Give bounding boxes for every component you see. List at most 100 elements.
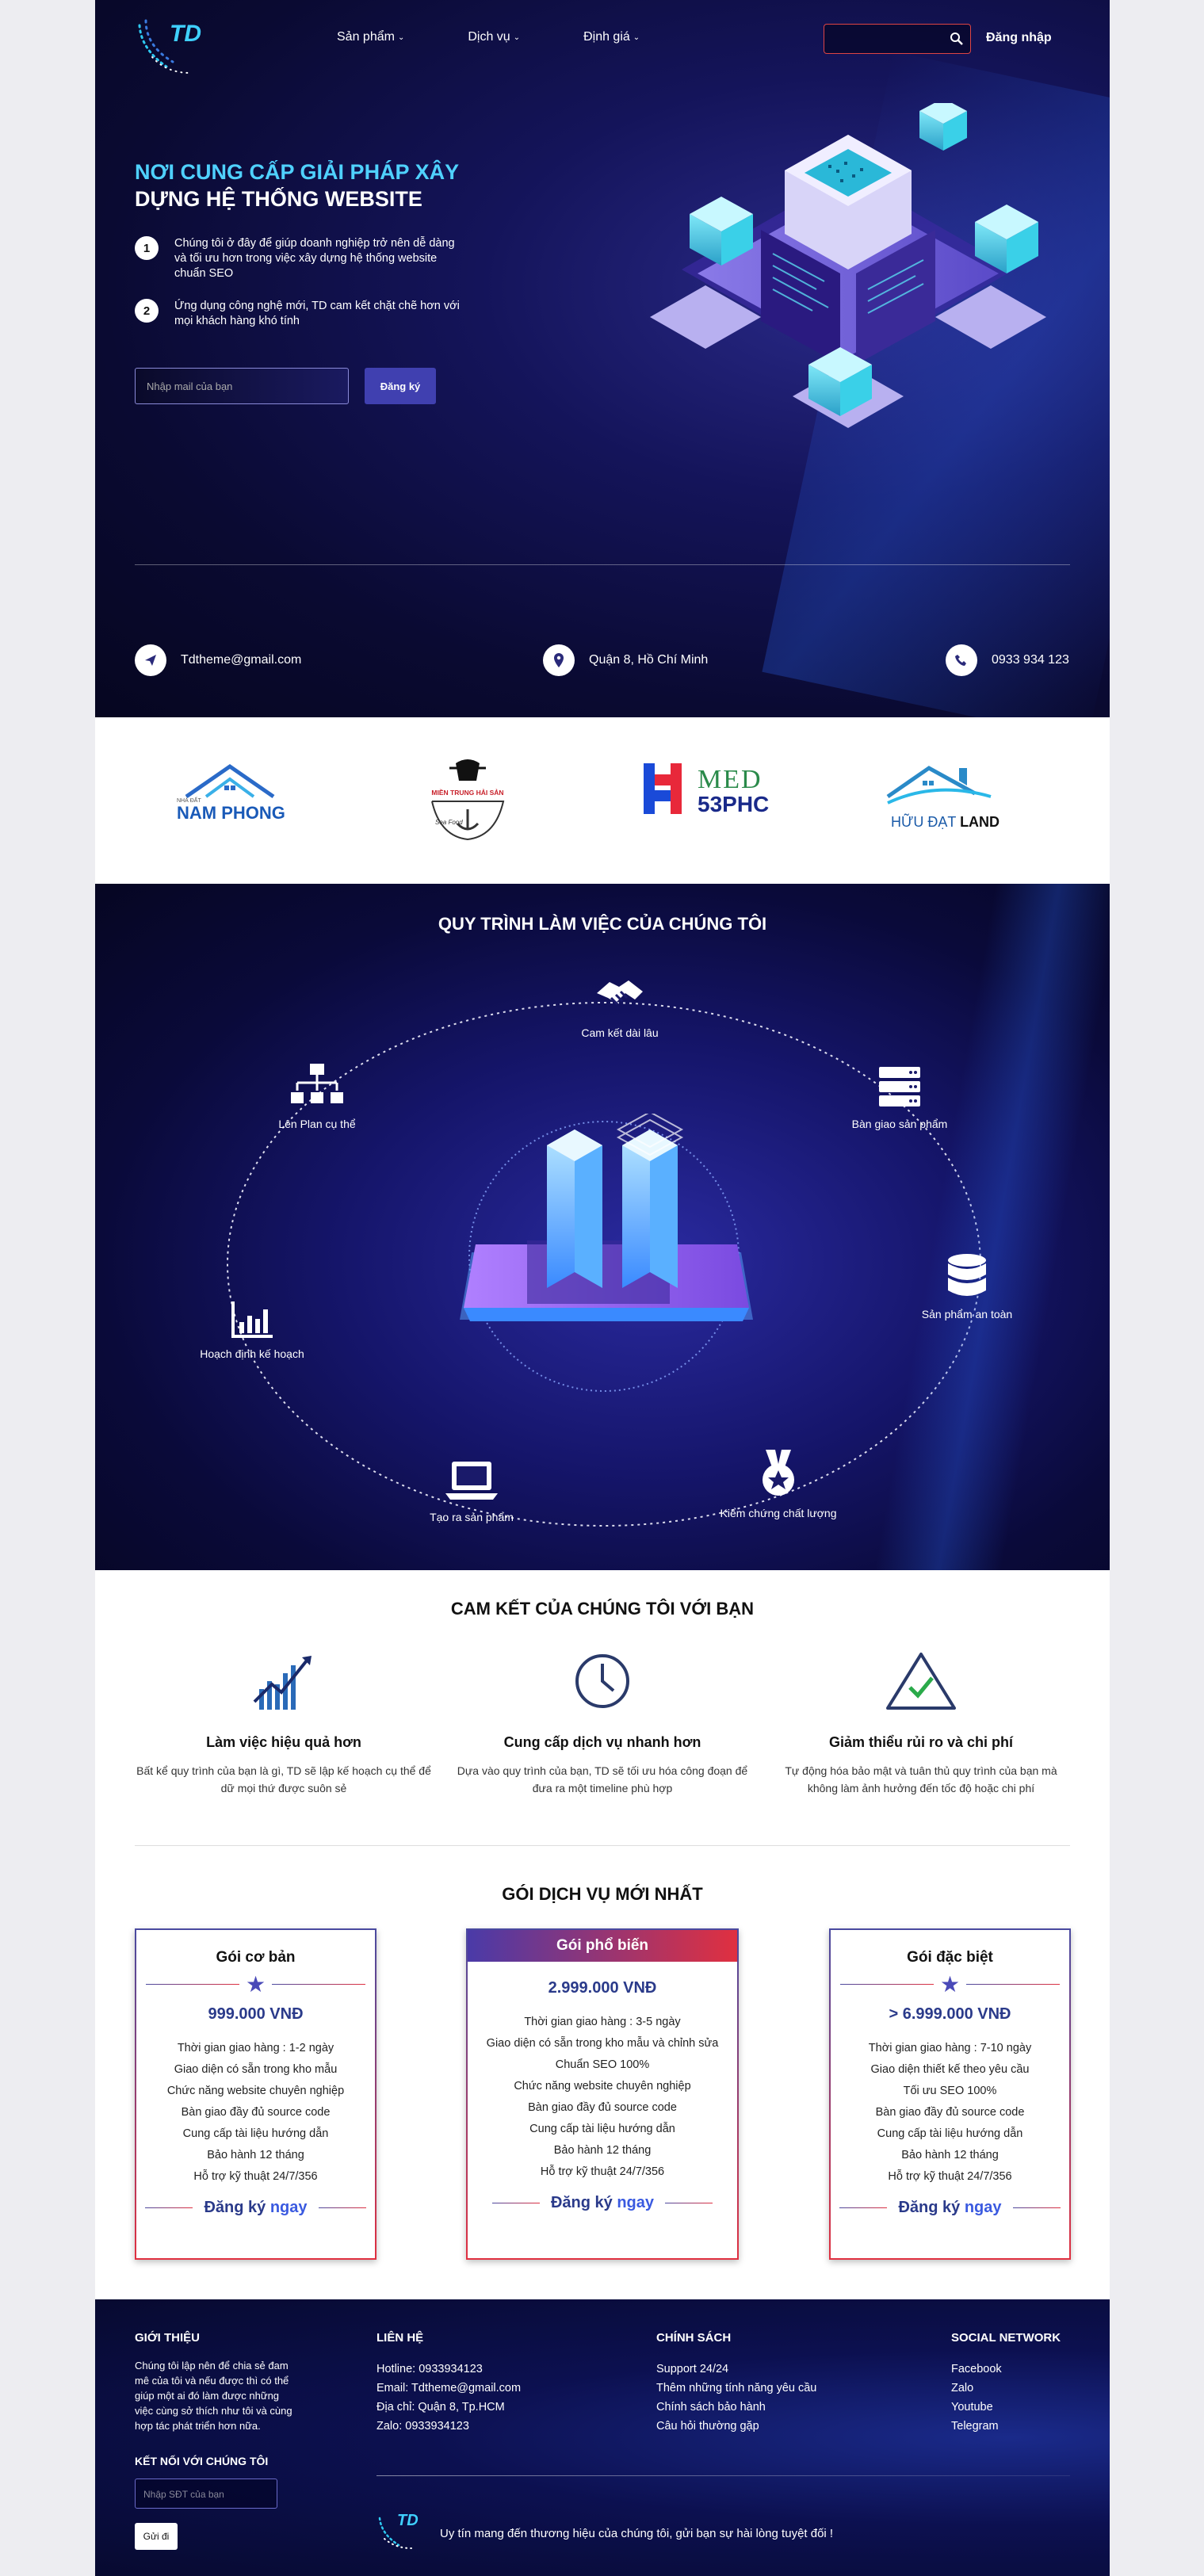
commit-item-text: Bất kể quy trình của bạn là gì, TD sẽ lậ…: [136, 1764, 431, 1794]
nav-pricing[interactable]: Định giá ⌄: [583, 30, 640, 44]
hero-section: TD Sản phẩm ⌄ Dịch vụ ⌄ Định giá ⌄ Đăng nhậ…: [95, 0, 1110, 717]
footer-logo-text: TD: [397, 2512, 419, 2529]
footer-policy-link[interactable]: Chính sách bảo hành: [656, 2398, 816, 2417]
contact-email-text: Tdtheme@gmail.com: [181, 653, 302, 667]
plan-price: > 6.999.000 VNĐ: [889, 2005, 1011, 2023]
footer-contact-item[interactable]: Hotline: 0933934123: [376, 2360, 521, 2379]
subscribe-button[interactable]: Đăng ký: [365, 368, 436, 404]
social-link-telegram[interactable]: Telegram: [951, 2417, 1002, 2436]
commit-item-text: Tự động hóa bảo mật và tuân thủ quy trìn…: [785, 1764, 1057, 1794]
contact-phone-text: 0933 934 123: [992, 653, 1069, 667]
plan-feature: Giao diện thiết kế theo yêu cầu: [870, 2063, 1030, 2076]
clock-icon: [575, 1654, 629, 1708]
step-label: Tạo ra sản phẩm: [430, 1511, 514, 1523]
cta-text-accent: ngay: [269, 2199, 308, 2216]
nav-pricing-label: Định giá: [583, 30, 630, 44]
social-link-zalo[interactable]: Zalo: [951, 2379, 1002, 2398]
partner-logo-med[interactable]: MED 53PHC: [642, 757, 777, 844]
footer-social-title: SOCIAL NETWORK: [951, 2331, 1061, 2345]
commit-item-title: Giảm thiểu rủi ro và chi phí: [828, 1734, 1014, 1750]
pricing-title: GÓI DỊCH VỤ MỚI NHẤT: [502, 1884, 703, 1904]
contact-address[interactable]: Quận 8, Hồ Chí Minh: [543, 644, 708, 676]
commit-item-title: Cung cấp dịch vụ nhanh hơn: [503, 1734, 701, 1750]
footer-policy-link[interactable]: Câu hỏi thường gặp: [656, 2417, 816, 2436]
footer-policy-list: Support 24/24 Thêm những tính năng yêu c…: [656, 2360, 816, 2436]
plan-price: 2.999.000 VNĐ: [548, 1979, 657, 1997]
plan-feature: Cung cấp tài liệu hướng dẫn: [182, 2127, 329, 2140]
footer-about-title: GIỚI THIỆU: [135, 2331, 200, 2345]
plan-feature: Thời gian giao hàng : 7-10 ngày: [868, 2042, 1032, 2054]
plan-feature: Hỗ trợ kỹ thuật 24/7/356: [888, 2170, 1012, 2183]
servers-illustration: [460, 1114, 753, 1321]
site-logo[interactable]: TD: [135, 17, 211, 78]
contact-email[interactable]: Tdtheme@gmail.com: [135, 644, 301, 676]
main-nav: Sản phẩm ⌄ Dịch vụ ⌄ Định giá ⌄: [337, 30, 703, 44]
phone-input[interactable]: Nhập SĐT của bạn: [135, 2479, 277, 2509]
plan-register-button[interactable]: Đăng ký ngay: [831, 2199, 1069, 2217]
process-section: QUY TRÌNH LÀM VIỆC CỦA CHÚNG TÔI Cam kết…: [95, 884, 1110, 1570]
plan-feature: Thời gian giao hàng : 3-5 ngày: [524, 2016, 681, 2028]
commit-item-3: Giảm thiểu rủi ro và chi phí Tự động hóa…: [770, 1649, 1072, 1797]
database-icon: [948, 1254, 986, 1296]
commit-item-2: Cung cấp dịch vụ nhanh hơn Dựa vào quy t…: [452, 1649, 753, 1797]
partners-section: NHÀ ĐẤT NAM PHONG MIỀN TRUNG HẢI SẢN Sea…: [95, 717, 1110, 884]
social-link-facebook[interactable]: Facebook: [951, 2360, 1002, 2379]
plan-feature: Bảo hành 12 tháng: [207, 2149, 304, 2161]
partner-name: MIỀN TRUNG HẢI SẢN: [431, 789, 504, 797]
partner-logo-mien-trung[interactable]: MIỀN TRUNG HẢI SẢN Sea Food: [416, 757, 551, 844]
cta-text: Đăng ký: [898, 2199, 961, 2216]
section-divider: [135, 1845, 1070, 1846]
process-step-3: Sản phẩm an toàn: [888, 1252, 1046, 1320]
footer-policy-title: CHÍNH SÁCH: [656, 2331, 732, 2345]
plan-register-button[interactable]: Đăng ký ngay: [468, 2194, 737, 2212]
plan-card-popular: Gói phổ biến 2.999.000 VNĐ Thời gian gia…: [466, 1928, 739, 2260]
plan-register-button[interactable]: Đăng ký ngay: [136, 2199, 375, 2217]
footer-social-list: Facebook Zalo Youtube Telegram: [951, 2360, 1002, 2436]
footer-tagline: Uy tín mang đến thương hiệu của chúng tô…: [440, 2527, 834, 2540]
chevron-down-icon: ⌄: [633, 32, 640, 42]
plan-feature: Hỗ trợ kỹ thuật 24/7/356: [540, 2165, 665, 2178]
feature-number: 1: [135, 236, 159, 260]
nav-products[interactable]: Sản phẩm ⌄: [337, 30, 404, 44]
partner-name: MED: [698, 765, 763, 794]
nav-services-label: Dịch vụ: [468, 30, 510, 44]
plan-feature: Hỗ trợ kỹ thuật 24/7/356: [193, 2170, 318, 2183]
sitemap-icon: [291, 1064, 343, 1103]
plan-features: Thời gian giao hàng : 1-2 ngày Giao diện…: [136, 2038, 375, 2188]
footer-contact-item[interactable]: Địa chỉ: Quận 8, Tp.HCM: [376, 2398, 521, 2417]
search-input[interactable]: [824, 24, 971, 54]
growth-chart-icon: [253, 1656, 312, 1710]
logo-text: TD: [170, 21, 201, 47]
partner-logo-nam-phong[interactable]: NHÀ ĐẤT NAM PHONG: [162, 757, 297, 844]
warning-check-icon: [886, 1653, 956, 1710]
partner-name: NAM PHONG: [177, 803, 285, 823]
process-step-7: Lên Plan cụ thể: [238, 1062, 396, 1130]
plan-feature: Tối ưu SEO 100%: [903, 2085, 997, 2097]
feature-number: 2: [135, 299, 159, 323]
footer-contact-item[interactable]: Zalo: 0933934123: [376, 2417, 521, 2436]
footer-policy-link[interactable]: Thêm những tính năng yêu cầu: [656, 2379, 816, 2398]
plan-feature: Bảo hành 12 tháng: [901, 2149, 999, 2161]
step-label: Kiểm chứng chất lượng: [720, 1507, 837, 1519]
partner-logo-huu-dat[interactable]: HỮU ĐẠT LAND: [880, 757, 1015, 844]
step-label: Sản phẩm an toàn: [921, 1308, 1013, 1320]
footer-contact-item[interactable]: Email: Tdtheme@gmail.com: [376, 2379, 521, 2398]
phone-icon: [946, 644, 977, 676]
login-link[interactable]: Đăng nhập: [986, 31, 1052, 45]
contact-phone[interactable]: 0933 934 123: [946, 644, 1069, 676]
hero-title: NƠI CUNG CẤP GIẢI PHÁP XÂY DỰNG HỆ THỐNG…: [135, 159, 459, 212]
search-icon[interactable]: [950, 32, 964, 46]
plan-feature: Chức năng website chuyên nghiệp: [166, 2085, 345, 2097]
partner-name-part: LAND: [960, 814, 1000, 830]
handshake-icon: [597, 980, 643, 1006]
footer-policy-link[interactable]: Support 24/24: [656, 2360, 816, 2379]
plan-features: Thời gian giao hàng : 3-5 ngày Giao diện…: [468, 2012, 737, 2183]
footer-connect-title: KẾT NỐI VỚI CHÚNG TÔI: [135, 2455, 269, 2467]
social-link-youtube[interactable]: Youtube: [951, 2398, 1002, 2417]
send-button[interactable]: Gửi đi: [135, 2523, 178, 2550]
page: TD Sản phẩm ⌄ Dịch vụ ⌄ Định giá ⌄ Đăng nhậ…: [95, 0, 1110, 2576]
email-input[interactable]: Nhập mail của bạn: [135, 368, 349, 404]
plan-feature: Chuẩn SEO 100%: [555, 2058, 650, 2071]
nav-services[interactable]: Dịch vụ ⌄: [468, 30, 520, 44]
footer-logo[interactable]: TD: [376, 2512, 424, 2551]
